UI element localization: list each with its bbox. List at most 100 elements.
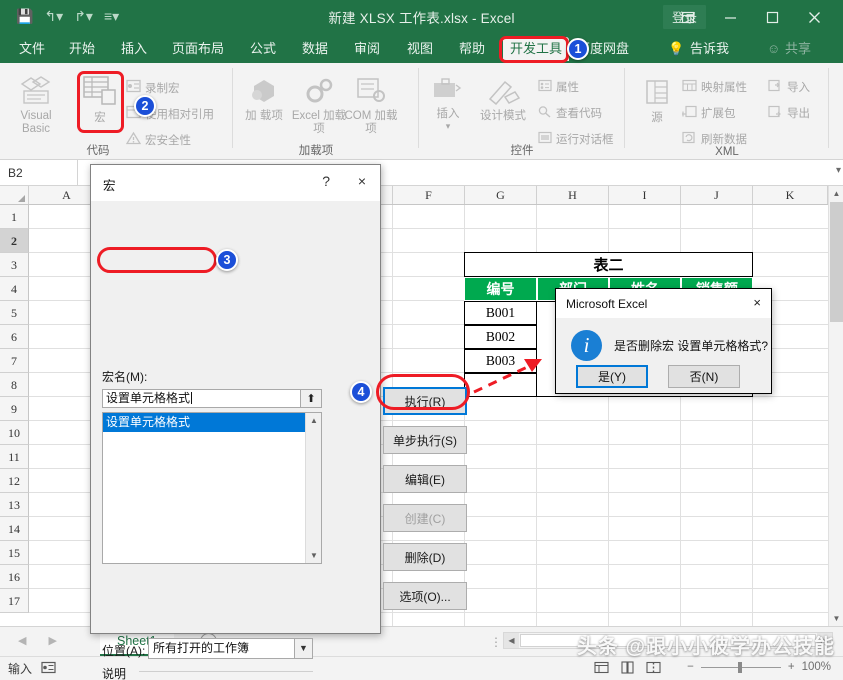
run-button[interactable]: 执行(R) [383, 387, 467, 415]
insert-control-button[interactable]: 插入 ▾ [428, 77, 468, 133]
yes-button[interactable]: 是(Y) [576, 365, 648, 388]
split-handle[interactable]: ⋮ [490, 635, 504, 649]
row-header-11[interactable]: 11 [0, 445, 29, 469]
expansion-packs-button[interactable]: 扩展包 [682, 105, 736, 121]
macro-list-scroll-up-icon[interactable]: ▲ [306, 413, 322, 428]
column-header-g[interactable]: G [465, 186, 537, 204]
macro-button[interactable]: 宏 [76, 75, 124, 125]
column-header-h[interactable]: H [537, 186, 609, 204]
chevron-down-icon[interactable]: ▼ [294, 638, 313, 659]
view-code-button[interactable]: 查看代码 [538, 105, 602, 121]
table-title-cell[interactable]: 表二 [464, 252, 753, 277]
tab-view[interactable]: 视图 [400, 38, 440, 59]
record-macro-status-icon[interactable] [41, 661, 56, 677]
normal-view-icon[interactable] [594, 661, 609, 679]
row-header-10[interactable]: 10 [0, 421, 29, 445]
tab-insert[interactable]: 插入 [114, 38, 154, 59]
close-icon[interactable]: × [358, 173, 366, 189]
row-header-8[interactable]: 8 [0, 373, 29, 397]
name-box[interactable]: B2 [0, 160, 78, 185]
macro-name-scroll-up-icon[interactable]: ⬆ [300, 389, 322, 408]
com-addins-button[interactable]: COM 加载项 [342, 77, 400, 136]
table-cell-b003[interactable]: B003 [464, 349, 537, 373]
row-header-4[interactable]: 4 [0, 277, 29, 301]
row-header-15[interactable]: 15 [0, 541, 29, 565]
page-layout-view-icon[interactable] [620, 661, 635, 679]
visual-basic-button[interactable]: Visual Basic [6, 75, 66, 136]
xml-source-button[interactable]: 源 [636, 79, 678, 125]
macro-list[interactable]: 设置单元格格式 ▲ ▼ [102, 412, 322, 564]
edit-button[interactable]: 编辑(E) [383, 465, 467, 493]
insert-control-dropdown-icon[interactable]: ▾ [428, 120, 468, 133]
maximize-icon[interactable] [751, 4, 793, 30]
tab-help[interactable]: 帮助 [452, 38, 492, 59]
confirm-delete-dialog[interactable]: Microsoft Excel × i 是否删除宏 设置单元格格式? 是(Y) … [555, 288, 772, 394]
vertical-scroll-thumb[interactable] [830, 202, 843, 322]
table-cell-b001[interactable]: B001 [464, 301, 537, 325]
zoom-in-button[interactable]: + [788, 661, 795, 673]
tab-page-layout[interactable]: 页面布局 [165, 38, 231, 59]
column-header-k[interactable]: K [753, 186, 828, 204]
row-header-3[interactable]: 3 [0, 253, 29, 277]
row-header-5[interactable]: 5 [0, 301, 29, 325]
page-break-view-icon[interactable] [646, 661, 661, 679]
delete-button[interactable]: 删除(D) [383, 543, 467, 571]
ribbon-display-options-icon[interactable] [667, 4, 709, 30]
tab-tell-me[interactable]: 告诉我 [683, 38, 736, 59]
column-header-j[interactable]: J [681, 186, 753, 204]
close-icon[interactable] [793, 4, 835, 30]
options-button[interactable]: 选项(O)... [383, 582, 467, 610]
help-icon[interactable]: ? [322, 173, 330, 189]
next-sheet-icon[interactable]: ▶ [48, 634, 56, 647]
location-combobox[interactable]: 所有打开的工作簿 ▼ [148, 638, 313, 659]
table-header-id[interactable]: 编号 [464, 277, 537, 301]
close-icon[interactable]: × [753, 295, 761, 310]
step-into-button[interactable]: 单步执行(S) [383, 426, 467, 454]
row-header-16[interactable]: 16 [0, 565, 29, 589]
tab-review[interactable]: 审阅 [347, 38, 387, 59]
macro-list-item-0[interactable]: 设置单元格格式 [103, 413, 306, 432]
zoom-slider[interactable] [701, 667, 781, 668]
expand-formula-bar-icon[interactable]: ▾ [836, 165, 841, 176]
select-all-corner[interactable] [0, 186, 29, 204]
share-button[interactable]: 共享 [778, 38, 818, 59]
macro-name-input[interactable]: 设置单元格格式 [102, 389, 300, 408]
refresh-data-button[interactable]: 刷新数据 [682, 131, 747, 147]
xml-export-button[interactable]: 导出 [768, 105, 810, 121]
xml-import-button[interactable]: 导入 [768, 79, 810, 95]
no-button[interactable]: 否(N) [668, 365, 740, 388]
row-header-13[interactable]: 13 [0, 493, 29, 517]
hscroll-left-icon[interactable]: ◀ [504, 633, 519, 648]
row-header-17[interactable]: 17 [0, 589, 29, 613]
tab-data[interactable]: 数据 [295, 38, 335, 59]
design-mode-button[interactable]: 设计模式 [472, 77, 534, 123]
tab-file[interactable]: 文件 [12, 38, 52, 59]
column-header-i[interactable]: I [609, 186, 681, 204]
map-properties-button[interactable]: 映射属性 [682, 79, 747, 95]
record-macro-button[interactable]: 录制宏 [126, 79, 180, 96]
zoom-level-label[interactable]: 100% [802, 661, 831, 673]
tab-formulas[interactable]: 公式 [243, 38, 283, 59]
zoom-slider-thumb[interactable] [738, 662, 742, 673]
vertical-scrollbar[interactable]: ▲ ▼ [828, 186, 843, 626]
row-header-12[interactable]: 12 [0, 469, 29, 493]
tab-developer[interactable]: 开发工具 [503, 37, 569, 61]
addins-button[interactable]: 加 载项 [242, 77, 286, 123]
row-header-2[interactable]: 2 [0, 229, 29, 253]
excel-addins-button[interactable]: Excel 加载项 [290, 77, 348, 136]
row-header-6[interactable]: 6 [0, 325, 29, 349]
table-cell-b002[interactable]: B002 [464, 325, 537, 349]
row-header-14[interactable]: 14 [0, 517, 29, 541]
properties-button[interactable]: 属性 [538, 79, 579, 95]
tab-home[interactable]: 开始 [62, 38, 102, 59]
row-header-9[interactable]: 9 [0, 397, 29, 421]
zoom-out-button[interactable]: − [687, 661, 694, 673]
macro-list-scroll-down-icon[interactable]: ▼ [306, 548, 322, 563]
macro-list-scrollbar[interactable]: ▲ ▼ [305, 413, 321, 563]
scroll-down-icon[interactable]: ▼ [829, 611, 843, 626]
scroll-up-icon[interactable]: ▲ [829, 186, 843, 201]
macro-dialog[interactable]: 宏 ? × 宏名(M): 设置单元格格式 ⬆ 设置单元格格式 ▲ ▼ 执行(R)… [90, 164, 381, 634]
row-header-7[interactable]: 7 [0, 349, 29, 373]
table-cell-empty[interactable] [464, 373, 537, 397]
row-header-1[interactable]: 1 [0, 205, 29, 229]
